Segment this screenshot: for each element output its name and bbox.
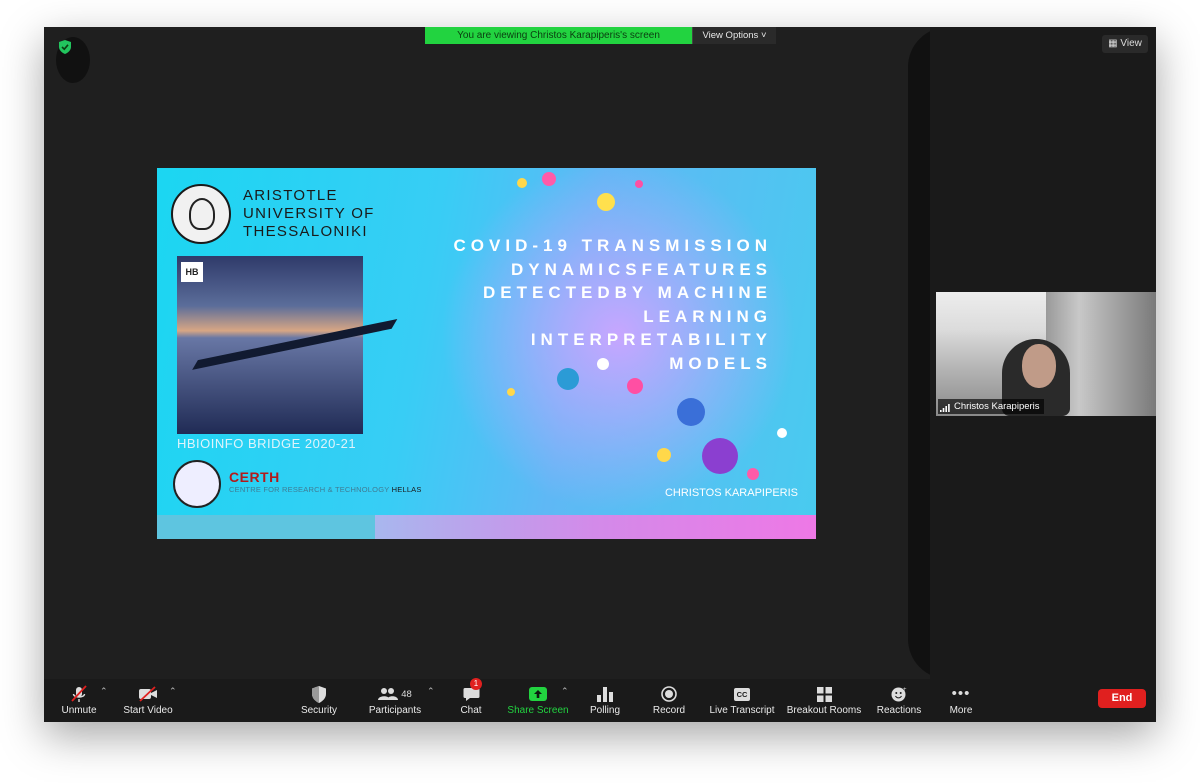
more-label: More [949, 705, 973, 716]
muted-microphone-icon [71, 685, 87, 702]
certh-subtitle: CENTRE FOR RESEARCH & TECHNOLOGY HELLAS [229, 485, 422, 494]
chat-label: Chat [460, 705, 482, 716]
bubble [542, 172, 556, 186]
audio-options-caret-icon[interactable]: ⌃ [100, 686, 108, 697]
bubble [507, 388, 515, 396]
title-line: LEARNING [643, 306, 772, 326]
university-line: ARISTOTLE [243, 187, 338, 204]
university-line: UNIVERSITY OF [243, 205, 375, 222]
end-meeting-button[interactable]: End [1098, 689, 1146, 708]
unmute-label: Unmute [61, 705, 97, 716]
certh-subtitle-b: HELLAS [391, 485, 422, 494]
presentation-slide: ARISTOTLE UNIVERSITY OF THESSALONIKI HB … [157, 168, 816, 539]
record-button[interactable]: Record [649, 684, 689, 720]
bubble [677, 398, 705, 426]
closed-caption-icon: CC [733, 687, 751, 701]
live-transcript-button[interactable]: CC Live Transcript [706, 684, 778, 720]
view-button-label: View [1120, 38, 1142, 49]
title-line: MODELS [669, 353, 772, 373]
title-line: COVID-19 TRANSMISSION [453, 236, 772, 255]
ellipsis-icon: ••• [951, 685, 971, 702]
participant-name: Christos Karapiperis [938, 399, 1044, 414]
slide-title: COVID-19 TRANSMISSION DYNAMICSFEATURES D… [392, 234, 772, 375]
slide-footer-right [375, 515, 816, 539]
bar-chart-icon [597, 686, 613, 702]
participants-icon [378, 688, 399, 700]
shield-icon [312, 685, 326, 703]
participants-options-caret-icon[interactable]: ⌃ [427, 686, 435, 697]
smiley-icon: + [891, 687, 907, 702]
grid-icon: ▦ [1108, 38, 1121, 49]
record-icon [661, 686, 677, 702]
bubble [747, 468, 759, 480]
breakout-rooms-icon [816, 686, 832, 702]
viewing-screen-banner: You are viewing Christos Karapiperis's s… [425, 27, 692, 44]
participants-label: Participants [368, 705, 422, 716]
title-line: INTERPRETABILITY [530, 330, 772, 349]
certh-subtitle-a: CENTRE FOR RESEARCH & TECHNOLOGY [229, 485, 390, 494]
certh-logo [173, 460, 221, 508]
polling-button[interactable]: Polling [584, 684, 626, 720]
bubble [657, 448, 671, 462]
bubble [777, 428, 787, 438]
share-screen-icon [529, 687, 547, 701]
live-transcript-label: Live Transcript [709, 705, 775, 716]
share-options-caret-icon[interactable]: ⌃ [561, 686, 569, 697]
title-line: DYNAMICSFEATURES [510, 259, 772, 279]
bubble [597, 193, 615, 211]
participant-face [1022, 344, 1056, 388]
signal-strength-icon [940, 404, 950, 412]
start-video-label: Start Video [123, 705, 173, 716]
view-button[interactable]: ▦ View [1102, 35, 1148, 53]
record-label: Record [652, 705, 686, 716]
bubble [627, 378, 643, 394]
share-screen-label: Share Screen [507, 705, 569, 716]
bubble [517, 178, 527, 188]
unmute-button[interactable]: Unmute [54, 684, 104, 720]
certh-name: CERTH [229, 469, 280, 485]
polling-label: Polling [589, 705, 621, 716]
title-line: DETECTEDBY MACHINE [483, 283, 772, 302]
university-name: ARISTOTLE UNIVERSITY OF THESSALONIKI [243, 187, 375, 241]
hb-logo: HB [181, 262, 203, 282]
meeting-toolbar: Unmute ⌃ Start Video ⌃ Security 48 Parti… [44, 678, 1156, 722]
pier [192, 319, 398, 370]
start-video-button[interactable]: Start Video [122, 684, 174, 720]
bubble [702, 438, 738, 474]
participants-button[interactable]: 48 Participants [366, 684, 424, 720]
breakout-rooms-button[interactable]: Breakout Rooms [786, 684, 862, 720]
video-off-icon [139, 686, 157, 702]
chat-button[interactable]: 1 Chat [456, 678, 486, 720]
breakout-rooms-label: Breakout Rooms [786, 705, 862, 716]
security-label: Security [300, 705, 338, 716]
slide-author: CHRISTOS KARAPIPERIS [664, 487, 798, 499]
svg-text:+: + [903, 687, 907, 693]
reactions-label: Reactions [876, 705, 922, 716]
slide-footer-left [157, 515, 375, 539]
security-button[interactable]: Security [298, 684, 340, 720]
lake-pier-photo [177, 256, 398, 434]
participant-video-tile[interactable]: Christos Karapiperis [936, 292, 1156, 416]
video-options-caret-icon[interactable]: ⌃ [169, 686, 177, 697]
bubble [635, 180, 643, 188]
reactions-button[interactable]: + Reactions [876, 684, 922, 720]
university-line: THESSALONIKI [243, 223, 368, 240]
more-button[interactable]: ••• More [944, 684, 978, 720]
zoom-window: You are viewing Christos Karapiperis's s… [44, 27, 1156, 722]
chat-unread-badge: 1 [470, 678, 482, 690]
participants-count: 48 [401, 688, 412, 700]
encryption-shield-icon[interactable] [56, 37, 90, 83]
aristotle-university-seal [171, 184, 231, 244]
view-options-button[interactable]: View Options ˅ [692, 27, 776, 44]
photo-caption: HBIOINFO BRIDGE 2020-21 [177, 436, 357, 451]
